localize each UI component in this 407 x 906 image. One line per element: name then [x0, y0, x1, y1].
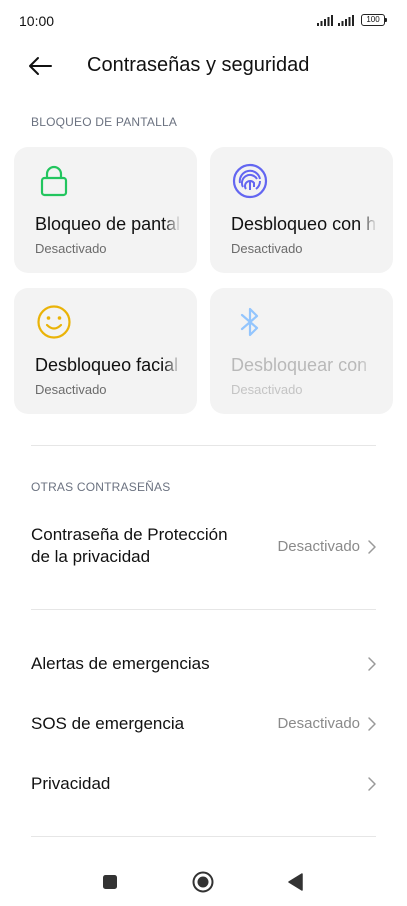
- privacy-row[interactable]: Privacidad: [0, 759, 407, 809]
- chevron-right-icon: [368, 657, 376, 671]
- row-label-line2: de la privacidad: [31, 547, 151, 566]
- divider: [31, 836, 376, 837]
- card-title: Bloqueo de pantalla: [35, 214, 181, 234]
- row-value: Desactivado: [277, 538, 360, 555]
- status-icons: 100: [317, 14, 387, 26]
- chevron-right-icon: [368, 717, 376, 731]
- face-icon: [37, 305, 71, 339]
- navigation-bar: [0, 856, 407, 906]
- cellular-signal-icon: [317, 15, 354, 26]
- divider: [31, 609, 376, 610]
- row-label-line1: Contraseña de Protección: [31, 525, 228, 544]
- card-title: Desbloqueo facial: [35, 355, 179, 375]
- fingerprint-icon: [232, 163, 268, 199]
- card-status: Desactivado: [231, 382, 303, 397]
- battery-icon: 100: [361, 14, 387, 26]
- section-label-other-passwords: OTRAS CONTRASEÑAS: [31, 480, 171, 494]
- triangle-back-icon: [288, 873, 303, 891]
- lock-icon: [40, 165, 68, 197]
- card-title: Desbloquear con: [231, 355, 368, 375]
- bluetooth-icon: [240, 307, 259, 337]
- page-title: Contraseñas y seguridad: [87, 54, 310, 76]
- circle-home-icon: [192, 871, 214, 893]
- card-status: Desactivado: [35, 241, 107, 256]
- section-label-screen-lock: BLOQUEO DE PANTALLA: [31, 115, 178, 129]
- row-label: Contraseña de Protección de la privacida…: [31, 524, 228, 568]
- chevron-right-icon: [368, 540, 376, 554]
- card-status: Desactivado: [35, 382, 107, 397]
- status-time: 10:00: [19, 13, 55, 29]
- row-label: Alertas de emergencias: [31, 654, 210, 673]
- square-icon: [103, 875, 117, 889]
- face-unlock-card[interactable]: Desbloqueo facial Desactivado: [14, 288, 197, 414]
- fingerprint-unlock-card[interactable]: Desbloqueo con huella Desactivado: [210, 147, 393, 273]
- back-nav-button[interactable]: [284, 870, 308, 894]
- recents-button[interactable]: [98, 870, 122, 894]
- row-value: Desactivado: [277, 715, 360, 732]
- emergency-alerts-row[interactable]: Alertas de emergencias: [0, 639, 407, 689]
- arrow-left-icon: [29, 57, 52, 75]
- privacy-protection-password-row[interactable]: Contraseña de Protección de la privacida…: [0, 515, 407, 579]
- row-label: Privacidad: [31, 774, 111, 793]
- back-button[interactable]: [26, 52, 56, 80]
- chevron-right-icon: [368, 777, 376, 791]
- emergency-sos-row[interactable]: SOS de emergencia Desactivado: [0, 699, 407, 749]
- card-title: Desbloqueo con huella: [231, 214, 377, 234]
- card-status: Desactivado: [231, 241, 303, 256]
- bluetooth-unlock-card[interactable]: Desbloquear con Desactivado: [210, 288, 393, 414]
- security-settings-screen: 10:00 100 Contraseñas y seguridad BLOQUE…: [0, 0, 407, 906]
- status-bar: 10:00 100: [0, 0, 407, 42]
- row-label: SOS de emergencia: [31, 714, 185, 733]
- screen-lock-card[interactable]: Bloqueo de pantalla Desactivado: [14, 147, 197, 273]
- home-button[interactable]: [191, 870, 215, 894]
- divider: [31, 445, 376, 446]
